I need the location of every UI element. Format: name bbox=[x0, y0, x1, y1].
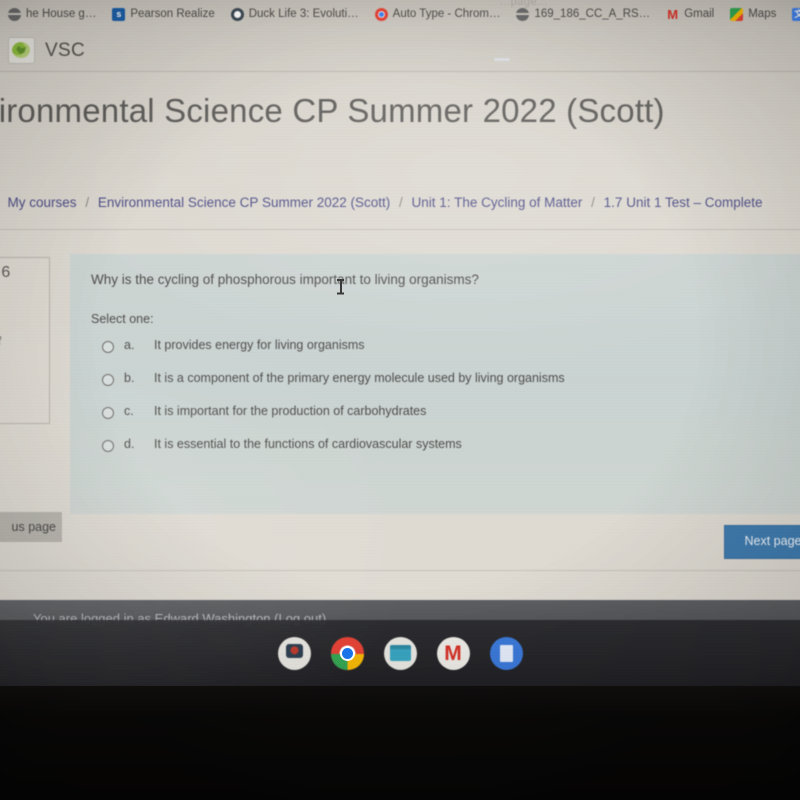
question-number: n 6 bbox=[0, 264, 11, 281]
breadcrumb-item-test[interactable]: 1.7 Unit 1 Test – Complete bbox=[604, 195, 763, 210]
chrome-icon bbox=[374, 7, 388, 21]
radio-button-a[interactable] bbox=[102, 341, 114, 353]
breadcrumb: / My courses / Environmental Science CP … bbox=[0, 195, 763, 210]
bookmark-label: Maps bbox=[748, 8, 777, 20]
bookmark-item-gmail[interactable]: M Gmail bbox=[658, 8, 722, 21]
maps-icon bbox=[730, 7, 744, 21]
gmail-icon: M bbox=[667, 6, 679, 22]
option-letter: d. bbox=[124, 437, 135, 451]
site-header: VSC bbox=[0, 30, 800, 72]
active-app-indicator bbox=[494, 58, 510, 61]
monitor-screen: ...page... he House g… s Pearson Realize… bbox=[0, 0, 800, 686]
launcher-icon[interactable] bbox=[277, 636, 311, 670]
bookmark-label: Gmail bbox=[684, 8, 715, 20]
next-page-button[interactable]: Next page bbox=[724, 525, 800, 559]
breadcrumb-separator: / bbox=[591, 195, 595, 210]
desk-background bbox=[0, 672, 800, 800]
divider bbox=[0, 229, 800, 230]
answer-option-b[interactable]: b. It is a component of the primary ener… bbox=[91, 371, 781, 404]
divider bbox=[0, 570, 800, 571]
pearson-icon: s bbox=[112, 7, 126, 21]
breadcrumb-separator: / bbox=[85, 195, 90, 210]
page-body: vironmental Science CP Summer 2022 (Scot… bbox=[0, 72, 800, 614]
option-text: It is a component of the primary energy … bbox=[154, 371, 565, 385]
bookmark-label: 169_186_CC_A_RS… bbox=[534, 8, 651, 20]
bookmark-item-cc-a-rs[interactable]: 169_186_CC_A_RS… bbox=[508, 7, 658, 21]
select-one-label: Select one: bbox=[91, 312, 154, 326]
translate-icon: 文 bbox=[792, 7, 800, 21]
question-info-panel bbox=[0, 257, 50, 424]
radio-button-c[interactable] bbox=[102, 407, 114, 419]
chromeos-shelf bbox=[0, 620, 800, 686]
radio-button-d[interactable] bbox=[102, 440, 114, 452]
bookmarks-bar[interactable]: he House g… s Pearson Realize Duck Life … bbox=[0, 2, 800, 26]
docs-icon[interactable] bbox=[489, 636, 523, 670]
globe-icon bbox=[516, 7, 530, 21]
answer-option-d[interactable]: d. It is essential to the functions of c… bbox=[91, 437, 781, 470]
bookmark-item-maps[interactable]: Maps bbox=[722, 7, 784, 21]
option-letter: a. bbox=[124, 338, 135, 352]
bookmark-label: Pearson Realize bbox=[130, 8, 215, 20]
vsc-logo-icon[interactable] bbox=[8, 37, 35, 64]
favicon-generic-icon bbox=[8, 7, 21, 21]
answer-options: a. It provides energy for living organis… bbox=[91, 338, 781, 470]
bookmark-label: Auto Type - Chrom… bbox=[392, 8, 501, 20]
bookmark-label: he House g… bbox=[26, 8, 97, 20]
option-text: It provides energy for living organisms bbox=[154, 338, 365, 352]
answer-option-c[interactable]: c. It is important for the production of… bbox=[91, 404, 781, 437]
breadcrumb-item-course[interactable]: Environmental Science CP Summer 2022 (Sc… bbox=[98, 195, 390, 210]
slides-icon[interactable] bbox=[383, 636, 417, 670]
text-cursor-icon bbox=[337, 279, 344, 294]
bookmark-item[interactable]: he House g… bbox=[0, 7, 104, 21]
option-letter: b. bbox=[124, 371, 135, 385]
answer-option-a[interactable]: a. It provides energy for living organis… bbox=[91, 338, 781, 371]
photo-of-screen: ...page... he House g… s Pearson Realize… bbox=[0, 0, 800, 800]
option-text: It is essential to the functions of card… bbox=[154, 437, 462, 451]
question-text: Why is the cycling of phosphorous import… bbox=[91, 272, 479, 287]
chrome-icon[interactable] bbox=[330, 636, 364, 670]
question-marks: ut of bbox=[0, 334, 1, 348]
bookmark-item-translate[interactable]: 文 Tra bbox=[784, 7, 800, 21]
breadcrumb-item-my-courses[interactable]: My courses bbox=[8, 195, 77, 210]
bookmark-item-pearson-realize[interactable]: s Pearson Realize bbox=[104, 7, 222, 21]
breadcrumb-separator: / bbox=[399, 195, 403, 210]
bookmark-item-auto-type[interactable]: Auto Type - Chrom… bbox=[367, 7, 509, 21]
bookmark-item-duck-life[interactable]: Duck Life 3: Evoluti… bbox=[223, 7, 367, 21]
browser-chrome: ...page... he House g… s Pearson Realize… bbox=[0, 0, 800, 72]
duck-life-icon bbox=[230, 7, 244, 21]
bookmark-label: Duck Life 3: Evoluti… bbox=[248, 8, 359, 20]
breadcrumb-item-unit[interactable]: Unit 1: The Cycling of Matter bbox=[412, 195, 583, 210]
gmail-icon[interactable] bbox=[436, 636, 470, 670]
option-text: It is important for the production of ca… bbox=[154, 404, 427, 418]
page-title: vironmental Science CP Summer 2022 (Scot… bbox=[0, 92, 665, 129]
site-name: VSC bbox=[45, 39, 85, 61]
option-letter: c. bbox=[124, 404, 134, 418]
previous-page-button[interactable]: us page bbox=[0, 512, 62, 542]
radio-button-b[interactable] bbox=[102, 374, 114, 386]
question-card: Why is the cycling of phosphorous import… bbox=[70, 254, 800, 514]
